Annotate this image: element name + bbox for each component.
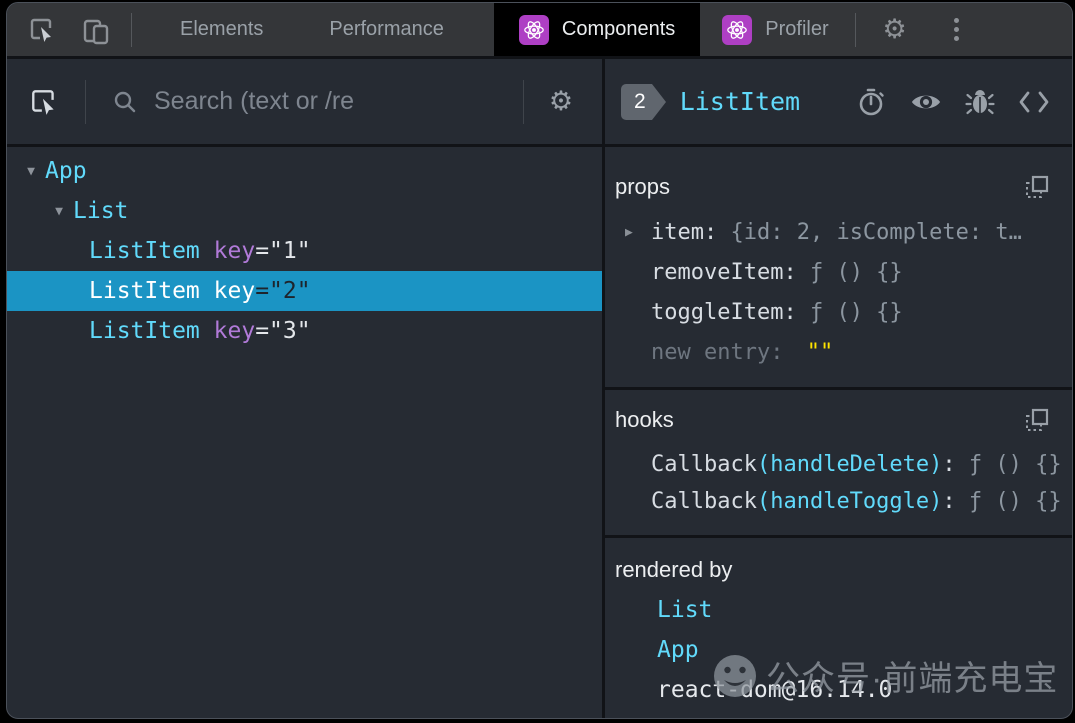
tab-profiler[interactable]: Profiler (700, 3, 850, 56)
props-section: props ▶item: {id: 2, isComplete: t… remo… (605, 147, 1072, 390)
tree-settings-gear-icon[interactable]: ⚙ (544, 85, 578, 119)
react-atom-icon (722, 15, 752, 45)
browser-devtools-toolbar: Elements Performance Components (7, 3, 1072, 59)
hook-row-handletoggle[interactable]: Callback(handleToggle): ƒ () {} (605, 483, 1072, 520)
more-options-icon[interactable] (950, 14, 963, 45)
inspect-dom-eye-icon[interactable] (910, 86, 942, 118)
components-tree-panel: ⚙ ▼App ▼List ListItem key="1" ListItem k… (7, 59, 602, 718)
tree-row-list[interactable]: ▼List (7, 191, 602, 231)
react-atom-icon (519, 15, 549, 45)
prop-row-toggleitem[interactable]: toggleItem: ƒ () {} (605, 292, 1072, 332)
copy-hooks-icon[interactable] (1025, 408, 1049, 432)
inspect-element-icon[interactable] (25, 13, 59, 47)
search-icon (108, 85, 142, 119)
copy-props-icon[interactable] (1025, 175, 1049, 199)
toolbar-separator (855, 13, 856, 47)
new-entry-value[interactable]: "" (807, 340, 834, 365)
prop-name: removeItem (651, 260, 783, 285)
prop-name: item (651, 220, 704, 245)
hook-name: Callback (651, 489, 757, 514)
devtools-screen: Elements Performance Components (0, 0, 1075, 723)
component-tree: ▼App ▼List ListItem key="1" ListItem key… (7, 147, 602, 718)
devtools-main: ⚙ ▼App ▼List ListItem key="1" ListItem k… (7, 59, 1072, 718)
react-dom-version: react-dom@16.14.0 (657, 677, 892, 703)
component-name: ListItem (89, 278, 200, 304)
prop-value: {id: 2, isComplete: t… (730, 220, 1021, 245)
owner-link-list[interactable]: List (657, 597, 712, 623)
component-name: List (73, 198, 128, 224)
tree-row-listitem-1[interactable]: ListItem key="1" (7, 231, 602, 271)
owner-link-app[interactable]: App (657, 637, 699, 663)
new-entry-label: new entry (651, 340, 770, 365)
tree-toolbar: ⚙ (7, 59, 602, 147)
hook-value: ƒ () {} (969, 452, 1062, 477)
prop-value: ƒ () {} (810, 260, 903, 285)
tab-profiler-label: Profiler (765, 18, 828, 41)
key-attribute: key (214, 238, 256, 264)
component-name: ListItem (89, 318, 200, 344)
hook-name: Callback (651, 452, 757, 477)
prop-row-new-entry[interactable]: new entry: "" (605, 332, 1072, 372)
search-input[interactable] (154, 87, 523, 116)
hooks-section: hooks Callback(handleDelete): ƒ () {} Ca… (605, 390, 1072, 538)
details-header: 2 ListItem (605, 59, 1072, 147)
hook-callback-name: (handleDelete) (757, 452, 942, 477)
tab-components[interactable]: Components (494, 3, 700, 56)
settings-gear-icon[interactable]: ⚙ (878, 13, 912, 47)
tab-components-label: Components (562, 18, 675, 41)
prop-value: ƒ () {} (810, 300, 903, 325)
expand-arrow-icon[interactable]: ▼ (45, 204, 73, 219)
tree-row-app[interactable]: ▼App (7, 151, 602, 191)
tab-performance[interactable]: Performance (329, 18, 444, 41)
rendered-by-title: rendered by (615, 557, 732, 583)
owners-count-badge: 2 (621, 84, 652, 120)
expand-arrow-icon[interactable]: ▼ (17, 164, 45, 179)
key-attribute: key (214, 278, 256, 304)
component-name: ListItem (89, 238, 200, 264)
select-component-icon[interactable] (27, 85, 61, 119)
toolbar-separator (85, 80, 86, 124)
toolbar-separator (131, 13, 132, 47)
hooks-section-title: hooks (615, 407, 674, 433)
debug-bug-icon[interactable] (964, 86, 996, 118)
component-name: App (45, 158, 87, 184)
key-attribute: key (214, 318, 256, 344)
prop-row-item[interactable]: ▶item: {id: 2, isComplete: t… (605, 212, 1072, 252)
hook-callback-name: (handleToggle) (757, 489, 942, 514)
props-section-title: props (615, 174, 670, 200)
tab-elements[interactable]: Elements (180, 18, 263, 41)
rendered-by-section: rendered by List App react-dom@16.14.0 (605, 538, 1072, 718)
prop-row-removeitem[interactable]: removeItem: ƒ () {} (605, 252, 1072, 292)
suspend-timer-icon[interactable] (856, 86, 888, 118)
key-value: ="2" (255, 278, 310, 304)
tree-row-listitem-3[interactable]: ListItem key="3" (7, 311, 602, 351)
prop-name: toggleItem (651, 300, 783, 325)
toolbar-separator (523, 80, 524, 124)
view-source-code-icon[interactable] (1018, 86, 1050, 118)
key-value: ="3" (255, 318, 310, 344)
tree-row-listitem-2-selected[interactable]: ListItem key="2" (7, 271, 602, 311)
component-details-panel: 2 ListItem (605, 59, 1072, 718)
expand-arrow-icon[interactable]: ▶ (625, 225, 651, 240)
selected-component-title: ListItem (680, 87, 800, 116)
hook-row-handledelete[interactable]: Callback(handleDelete): ƒ () {} (605, 446, 1072, 483)
key-value: ="1" (255, 238, 310, 264)
hook-value: ƒ () {} (969, 489, 1062, 514)
devtools-window: Elements Performance Components (6, 2, 1073, 719)
device-toolbar-icon[interactable] (79, 13, 113, 47)
